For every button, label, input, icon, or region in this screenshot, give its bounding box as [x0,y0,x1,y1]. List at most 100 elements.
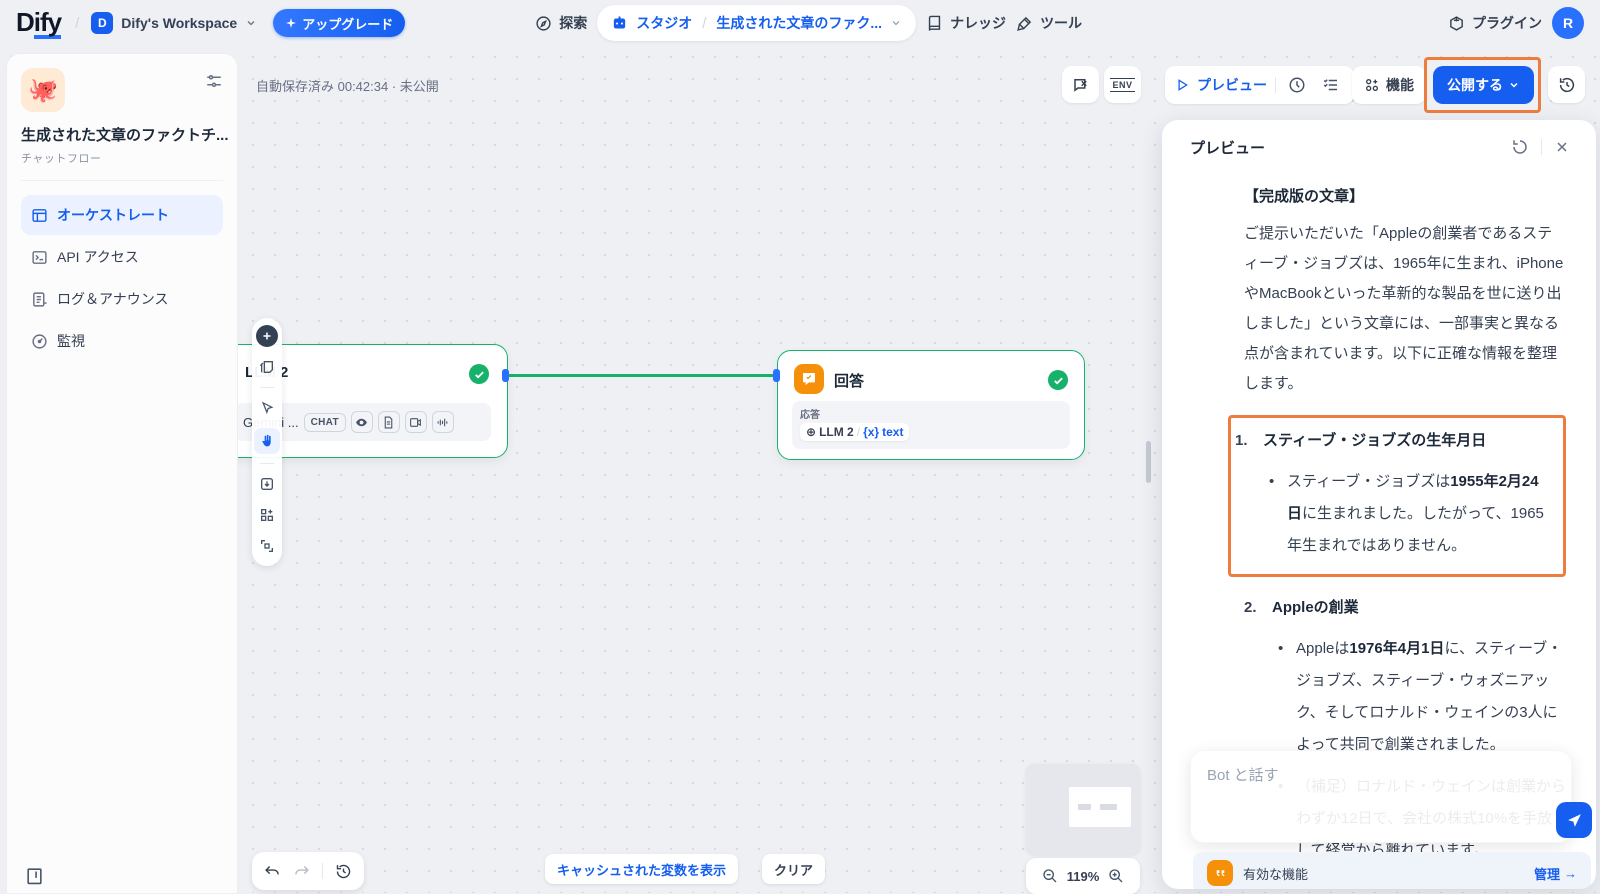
list-number: 1. [1235,426,1263,562]
sidebar-item-monitoring[interactable]: 監視 [21,321,223,361]
features-button[interactable]: 機能 [1352,66,1426,104]
zoom-in-icon[interactable] [1108,868,1124,884]
scrollbar-thumb[interactable] [1146,441,1151,483]
workspace-name: Dify's Workspace [121,15,237,31]
breadcrumb-separator: / [75,15,79,32]
manage-label: 管理 [1534,864,1560,883]
orchestrate-icon [31,207,48,224]
redo-button[interactable] [293,863,310,880]
add-note-button[interactable] [256,356,278,378]
zoom-control: 119% [1026,858,1140,894]
sidebar-item-api-access[interactable]: API アクセス [21,237,223,277]
sidebar-item-logs[interactable]: ログ＆アナウンス [21,279,223,319]
divider [21,180,223,181]
chevron-down-icon [1508,79,1520,91]
chevron-down-icon [245,17,257,29]
hand-mode-button[interactable] [254,428,280,454]
logo-text: ify [34,9,61,39]
show-cached-variables-button[interactable]: キャッシュされた変数を表示 [545,854,738,884]
workspace-selector[interactable]: D Dify's Workspace [91,12,257,34]
item2-bold: 1976年4月1日 [1349,640,1444,657]
undo-button[interactable] [264,863,281,880]
divider [260,463,274,464]
app-name: 生成された文章のファクトチ... [21,124,223,145]
video-plus-icon [405,411,427,433]
list-item: 1. スティーブ・ジョブズの生年月日 • スティーブ・ジョブズは1955年2月2… [1235,426,1551,562]
bullet-item: • スティーブ・ジョブズは1955年2月24日に生まれました。したがって、196… [1263,466,1551,562]
plugins-label: プラグイン [1472,13,1542,33]
dify-logo[interactable]: D ify [16,7,61,39]
manage-link[interactable]: 管理 → [1534,864,1577,883]
nav-studio-breadcrumb[interactable]: スタジオ / 生成された文章のファク... [597,5,916,41]
preview-title: プレビュー [1190,137,1507,158]
fit-view-button[interactable] [256,535,278,557]
close-icon[interactable] [1550,135,1574,159]
version-history-button[interactable] [1548,66,1585,103]
chat-remove-icon [1072,76,1090,94]
env-icon: ENV [1110,78,1134,92]
app-settings-icon[interactable] [205,72,223,90]
restore-chat-button[interactable] [1062,66,1099,103]
minimap[interactable] [1026,764,1140,854]
publish-label: 公開する [1447,75,1503,95]
run-preview-button[interactable]: プレビュー [1197,75,1267,95]
env-variables-button[interactable]: ENV [1104,66,1141,103]
nav-explore[interactable]: 探索 [535,13,587,33]
answer-node[interactable]: 回答 応答 ⊕ LLM 2 / {x} text [777,350,1085,460]
organize-blocks-button[interactable] [256,504,278,526]
publish-button[interactable]: 公開する [1433,66,1534,104]
message-heading: 【完成版の文章】 [1244,182,1566,212]
nav-plugins[interactable]: プラグイン [1448,13,1542,33]
item2-text: Appleは [1296,640,1349,657]
studio-label[interactable]: スタジオ [636,13,692,33]
chat-input[interactable] [1190,750,1572,843]
variable-source: LLM 2 [819,425,854,439]
minimap-node [1100,804,1117,810]
canvas-tool-palette [252,318,282,566]
clear-button[interactable]: クリア [762,854,825,884]
pointer-mode-button[interactable] [256,397,278,419]
message-intro: ご提示いただいた「Appleの創業者であるスティーブ・ジョブズは、1965年に生… [1244,219,1566,399]
sidebar-item-label: API アクセス [57,247,139,267]
zoom-out-icon[interactable] [1042,868,1058,884]
arrow-right-icon: → [1564,866,1577,881]
divider [1541,139,1542,155]
current-app-breadcrumb[interactable]: 生成された文章のファク... [716,13,882,33]
preview-toolbar-group: プレビュー [1165,66,1354,104]
checklist-icon[interactable] [1318,72,1344,98]
upgrade-button[interactable]: アップグレード [273,9,405,37]
explore-icon [535,15,552,32]
send-button[interactable] [1556,802,1592,838]
chat-mode-badge: CHAT [304,413,346,432]
breadcrumb-separator: / [702,15,706,32]
history-icon [1558,76,1576,94]
collapse-sidebar-icon[interactable] [25,866,44,885]
active-features-bar: 有効な機能 管理 → [1193,852,1591,889]
logo-text: D [16,7,34,38]
llm-output-port[interactable] [502,369,509,382]
success-check-icon [1048,370,1068,390]
chevron-down-icon[interactable] [890,17,902,29]
annotation-box-fact1: 1. スティーブ・ジョブズの生年月日 • スティーブ・ジョブズは1955年2月2… [1228,415,1566,577]
change-history-button[interactable] [335,863,352,880]
import-dsl-button[interactable] [256,473,278,495]
workspace-avatar: D [91,12,113,34]
nav-knowledge[interactable]: ナレッジ [926,13,1006,33]
undo-redo-bar [252,852,364,890]
plugin-box-icon [1448,15,1465,32]
restart-conversation-icon[interactable] [1507,134,1533,160]
divider [1275,77,1276,93]
sidebar-item-orchestrate[interactable]: オーケストレート [21,195,223,235]
variable-pill[interactable]: ⊕ LLM 2 / {x} text [800,423,909,441]
nav-tools[interactable]: ツール [1016,13,1082,33]
edge-llm-to-answer [506,374,779,377]
bullet-marker: • [1263,466,1287,562]
run-history-icon[interactable] [1284,72,1310,98]
user-avatar[interactable]: R [1552,7,1584,39]
zoom-level[interactable]: 119% [1067,869,1100,884]
add-node-button[interactable] [256,325,278,347]
answer-input-port[interactable] [773,369,780,382]
app-icon[interactable]: 🐙 [21,68,65,112]
success-check-icon [469,364,489,384]
answer-output-label: 応答 [800,406,1062,421]
